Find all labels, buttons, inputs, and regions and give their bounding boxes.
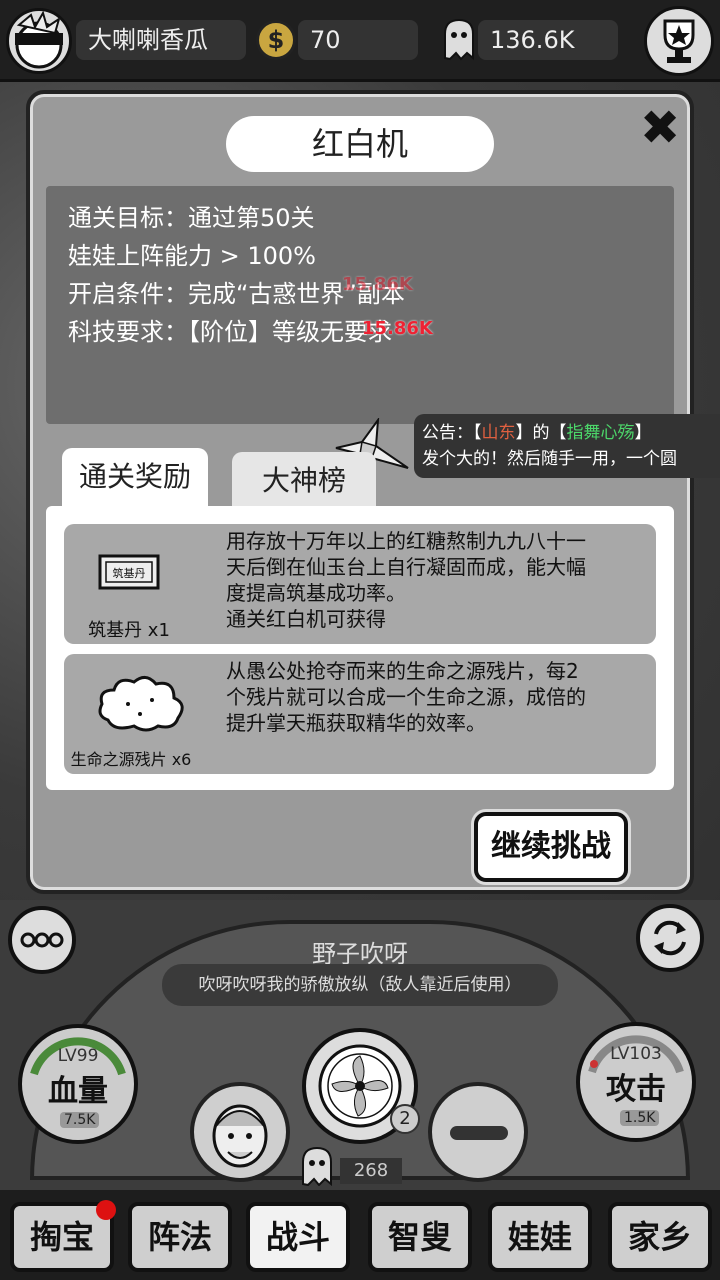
coin-icon: $: [256, 20, 296, 60]
reward-description: 从愚公处抢夺而来的生命之源残片，每2 个残片就可以合成一个生命之源，成倍的 提升…: [226, 659, 586, 735]
info-line-ability: 娃娃上阵能力 > 100%: [68, 242, 316, 270]
ninja-avatar-icon: [15, 11, 63, 69]
attack-upgrade-cost: 1.5K: [620, 1110, 660, 1126]
dialog-title: 红白机: [226, 116, 494, 172]
list-item: 筑基丹 筑基丹 x1 用存放十万年以上的红糖熬制九九八十一 天后倒在仙玉台上自行…: [64, 524, 656, 644]
nav-hometown[interactable]: 家乡: [608, 1202, 712, 1272]
continue-challenge-button[interactable]: 继续挑战: [474, 812, 628, 882]
soul-count: 136.6K: [478, 20, 618, 60]
notification-dot: [96, 1200, 116, 1220]
hp-upgrade-gauge[interactable]: LV99 血量 7.5K: [18, 1024, 138, 1144]
floating-damage-number: 15.86K: [342, 274, 413, 295]
hp-upgrade-cost: 7.5K: [60, 1112, 100, 1128]
tab-leaderboard[interactable]: 大神榜: [232, 452, 376, 510]
close-icon[interactable]: ✖: [640, 104, 680, 152]
skill-description: 吹呀吹呀我的骄傲放纵（敌人靠近后使用）: [162, 964, 558, 1006]
reward-name: 筑基丹 x1: [88, 620, 170, 641]
battle-soul-count: 268: [340, 1158, 402, 1184]
cloud-fragment-icon: [98, 676, 184, 732]
top-bar: 大喇喇香瓜 $ 70 136.6K: [0, 0, 720, 82]
svg-text:筑基丹: 筑基丹: [113, 566, 146, 580]
pill-box-icon: 筑基丹: [98, 554, 160, 590]
announcement-line-1: 公告：【山东】的【指舞心殇】: [422, 423, 652, 443]
info-line-target: 通关目标：通过第50关: [68, 204, 315, 232]
ghost-icon: [444, 18, 474, 61]
nav-sage[interactable]: 智叟: [368, 1202, 472, 1272]
empty-skill-slot[interactable]: [428, 1082, 528, 1182]
announcement-line-2: 发个大的！然后随手一用，一个圆: [422, 449, 677, 469]
player-avatar[interactable]: [6, 8, 72, 74]
trophy-icon: [663, 19, 695, 63]
ghost-icon: [302, 1146, 332, 1186]
list-item: 生命之源残片 x6 从愚公处抢夺而来的生命之源残片，每2 个残片就可以合成一个生…: [64, 654, 656, 774]
skill-count-badge: 2: [390, 1104, 420, 1134]
player-name: 大喇喇香瓜: [76, 20, 246, 60]
old-man-face-icon: [212, 1104, 268, 1168]
coin-count: 70: [298, 20, 418, 60]
info-line-tech: 科技要求：【阶位】等级无要求: [68, 318, 392, 346]
nav-battle[interactable]: 战斗: [246, 1202, 350, 1272]
floating-damage-number: 15.86K: [362, 318, 433, 339]
attack-upgrade-gauge[interactable]: LV103 攻击 1.5K: [576, 1022, 696, 1142]
nav-dolls[interactable]: 娃娃: [488, 1202, 592, 1272]
rewards-list: 筑基丹 筑基丹 x1 用存放十万年以上的红糖熬制九九八十一 天后倒在仙玉台上自行…: [46, 506, 674, 790]
character-portrait[interactable]: [190, 1082, 290, 1182]
tab-clear-rewards[interactable]: 通关奖励: [62, 448, 208, 506]
nav-formation[interactable]: 阵法: [128, 1202, 232, 1272]
attack-level: LV103: [610, 1044, 662, 1064]
hp-label: 血量: [48, 1074, 108, 1109]
trophy-button[interactable]: [644, 6, 714, 76]
reward-name: 生命之源残片 x6: [70, 750, 192, 769]
hp-level: LV99: [57, 1046, 99, 1066]
attack-label: 攻击: [606, 1072, 666, 1107]
slot-bar-icon: [450, 1126, 508, 1140]
reward-description: 用存放十万年以上的红糖熬制九九八十一 天后倒在仙玉台上自行凝固而成，能大幅 度提…: [226, 529, 586, 631]
announcement-banner: 公告：【山东】的【指舞心殇】 发个大的！然后随手一用，一个圆: [414, 414, 720, 478]
level-info-box: 通关目标：通过第50关 娃娃上阵能力 > 100% 开启条件：完成“古惑世界”副…: [46, 186, 674, 424]
